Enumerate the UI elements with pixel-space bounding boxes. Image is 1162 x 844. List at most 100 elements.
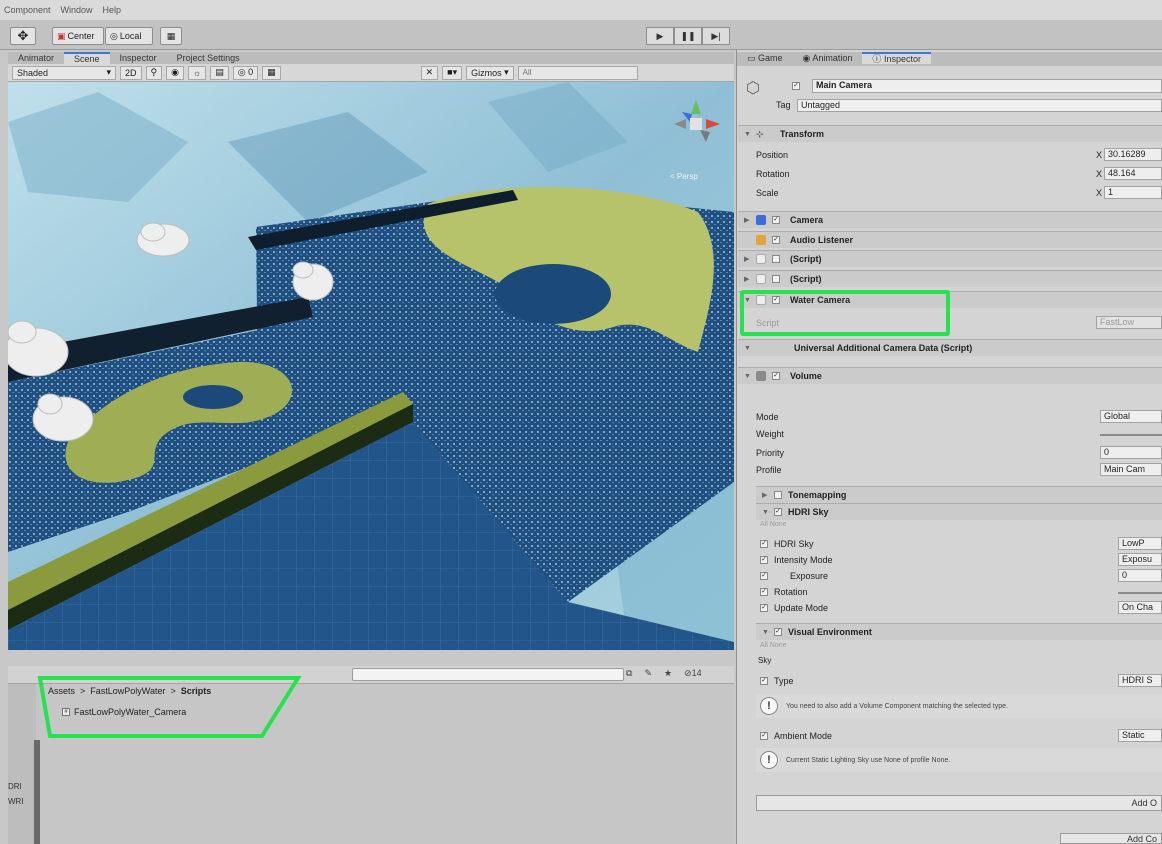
script-field[interactable]: FastLow [1096, 316, 1162, 329]
profile-field[interactable]: Main Cam [1100, 463, 1162, 476]
exposure-checkbox[interactable]: ✓ [760, 572, 768, 580]
project-file-item[interactable]: # FastLowPolyWater_Camera [62, 707, 186, 717]
object-name-field[interactable]: Main Camera [812, 79, 1162, 93]
tab-game[interactable]: ▭ Game [737, 52, 793, 64]
breadcrumb-assets[interactable]: Assets [48, 686, 75, 696]
scene-search-input[interactable] [517, 65, 638, 80]
add-component-button[interactable]: Add Co [1060, 833, 1162, 844]
additional-camera-data-header[interactable]: ▼ Universal Additional Camera Data (Scri… [738, 339, 1162, 356]
visual-environment-header[interactable]: ▼ ✓ Visual Environment [756, 623, 1162, 640]
type-dropdown[interactable]: HDRI S [1118, 674, 1162, 687]
hidden-count[interactable]: ⊘14 [684, 668, 702, 679]
fold-closed-icon: ▶ [762, 492, 768, 499]
tools-button[interactable]: ✕ [420, 65, 439, 80]
add-override-button[interactable]: Add O [756, 795, 1162, 811]
fold-open-icon: ▼ [744, 372, 751, 380]
audio-listener-header[interactable]: ✓ Audio Listener [738, 231, 1162, 248]
tab-project-settings[interactable]: Project Settings [167, 52, 250, 64]
type-checkbox[interactable]: ✓ [760, 677, 768, 685]
tab-inspector-left[interactable]: Inspector [110, 52, 167, 64]
tonemapping-checkbox[interactable] [774, 491, 782, 499]
update-mode-dropdown[interactable]: On Cha [1118, 601, 1162, 614]
tab-animator[interactable]: Animator [8, 52, 64, 64]
mode-dropdown[interactable]: Global [1100, 410, 1162, 423]
hand-tool-button[interactable]: ✥ [10, 27, 36, 45]
tab-inspector[interactable]: ⓘ Inspector [862, 52, 931, 64]
hdri-sky-override-checkbox[interactable]: ✓ [760, 540, 768, 548]
script1-checkbox[interactable] [772, 255, 780, 263]
project-folder-tree[interactable] [8, 684, 36, 844]
type-label: Type [774, 676, 794, 686]
hdri-sky-field[interactable]: LowP [1118, 537, 1162, 550]
hdri-sky-header[interactable]: ▼ ✓ HDRI Sky [756, 503, 1162, 520]
volume-icon [756, 371, 766, 381]
object-active-checkbox[interactable]: ✓ [792, 82, 800, 90]
gizmos-dropdown[interactable]: Gizmos ▾ [466, 65, 514, 80]
grid-toggle[interactable]: ▦ [262, 65, 281, 80]
audio-toggle[interactable]: ◉ [166, 65, 184, 80]
effects-toggle[interactable]: ☼ [187, 65, 207, 80]
filter-label-icon[interactable]: ✎ [644, 668, 652, 679]
grid-snap-button[interactable]: ▦ [160, 27, 182, 45]
pivot-local-button[interactable]: ◎ Local [105, 27, 153, 45]
all-none-toggle-2[interactable]: All None [760, 642, 786, 649]
lighting-toggle[interactable]: ⚲ [145, 65, 163, 80]
transform-title: Transform [780, 129, 825, 139]
transform-header[interactable]: ▼ ⊹ Transform [738, 125, 1162, 142]
scene-viewport[interactable] [8, 82, 734, 650]
menu-component[interactable]: Component [4, 5, 51, 15]
visual-env-checkbox[interactable]: ✓ [774, 628, 782, 636]
pivot-center-button[interactable]: ▣ Center [52, 27, 104, 45]
camera-button[interactable]: ■▾ [442, 65, 463, 80]
rotation-x-field[interactable]: 48.164 [1104, 167, 1162, 180]
camera-enabled-checkbox[interactable]: ✓ [772, 216, 780, 224]
pause-button[interactable]: ❚❚ [674, 27, 702, 45]
position-x-field[interactable]: 30.16289 [1104, 148, 1162, 161]
play-icon: ▶ [656, 30, 664, 41]
csharp-script-icon: # [62, 708, 70, 716]
breadcrumb-scripts[interactable]: Scripts [181, 686, 212, 696]
step-button[interactable]: ▶| [702, 27, 730, 45]
ambient-mode-dropdown[interactable]: Static [1118, 729, 1162, 742]
update-mode-checkbox[interactable]: ✓ [760, 604, 768, 612]
audio-enabled-checkbox[interactable]: ✓ [772, 236, 780, 244]
weight-slider[interactable] [1100, 434, 1162, 436]
filter-type-icon[interactable]: ⧉ [626, 668, 632, 679]
2d-toggle[interactable]: 2D [120, 65, 142, 80]
favorite-star-icon[interactable]: ★ [664, 668, 672, 679]
volume-header[interactable]: ▼ ✓ Volume [738, 367, 1162, 384]
play-button[interactable]: ▶ [646, 27, 674, 45]
project-search-input[interactable] [352, 668, 624, 681]
menu-help[interactable]: Help [103, 5, 122, 15]
script-component-header-1[interactable]: ▶ (Script) [738, 250, 1162, 267]
volume-enabled-checkbox[interactable]: ✓ [772, 372, 780, 380]
hidden-objects-toggle[interactable]: ▤ [210, 65, 229, 80]
speaker-icon: ◉ [171, 67, 179, 77]
rotation-checkbox[interactable]: ✓ [760, 588, 768, 596]
script-component-header-2[interactable]: ▶ (Script) [738, 270, 1162, 287]
rotation-slider[interactable] [1118, 592, 1162, 594]
fold-open-icon: ▼ [762, 508, 769, 516]
all-none-toggle[interactable]: All None [760, 521, 786, 528]
tab-scene[interactable]: Scene [64, 52, 110, 64]
camera-component-header[interactable]: ▶ ✓ Camera [738, 211, 1162, 228]
scale-x-field[interactable]: 1 [1104, 186, 1162, 199]
shading-mode-dropdown[interactable]: Shaded ▾ [12, 65, 116, 80]
tag-dropdown[interactable]: Untagged [797, 99, 1162, 112]
tonemapping-header[interactable]: ▶ Tonemapping [756, 486, 1162, 503]
hdri-sky-enabled-checkbox[interactable]: ✓ [774, 508, 782, 516]
priority-field[interactable]: 0 [1100, 446, 1162, 459]
fold-closed-icon: ▶ [744, 256, 750, 263]
intensity-mode-checkbox[interactable]: ✓ [760, 556, 768, 564]
script2-checkbox[interactable] [772, 275, 780, 283]
script1-title: (Script) [790, 254, 822, 264]
breadcrumb-fastlowpolywater[interactable]: FastLowPolyWater [90, 686, 165, 696]
visibility-count[interactable]: ◎ 0 [232, 65, 259, 80]
menu-window[interactable]: Window [61, 5, 93, 15]
panel-splitter[interactable] [34, 740, 40, 844]
ambient-mode-checkbox[interactable]: ✓ [760, 732, 768, 740]
tab-animation[interactable]: ◉ Animation [793, 52, 863, 64]
perspective-label[interactable]: < Persp [670, 172, 698, 181]
exposure-field[interactable]: 0 [1118, 569, 1162, 582]
intensity-mode-dropdown[interactable]: Exposu [1118, 553, 1162, 566]
